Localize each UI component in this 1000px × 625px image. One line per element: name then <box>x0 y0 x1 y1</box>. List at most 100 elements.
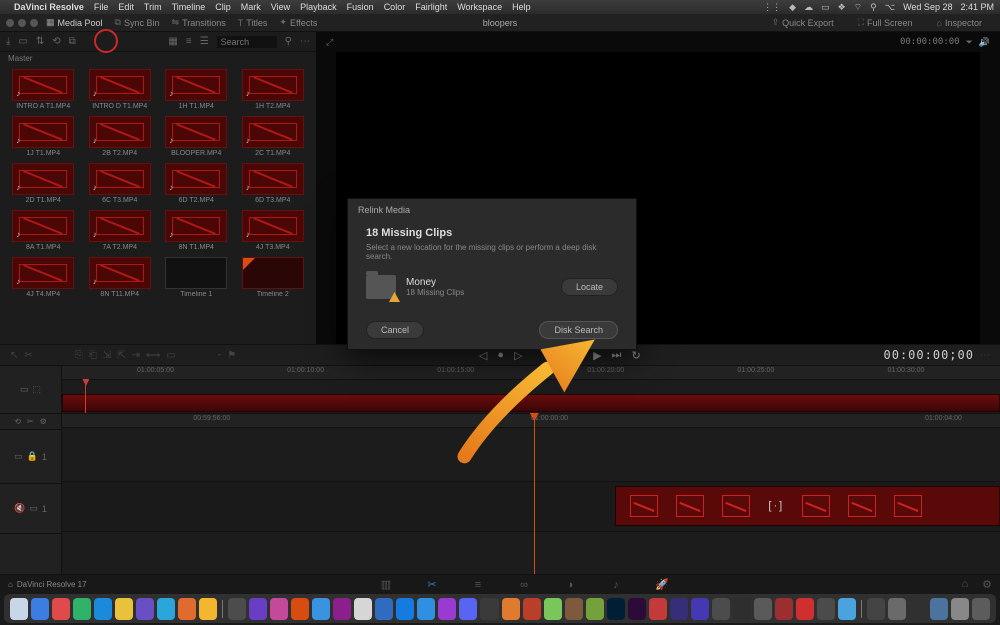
mp-listview-icon[interactable]: ≡ <box>186 36 192 47</box>
mp-sort-icon[interactable]: ⇅ <box>36 36 44 47</box>
dock-app-icon[interactable] <box>544 598 562 620</box>
media-clip[interactable]: ♪6D T3.MP4 <box>238 163 309 204</box>
toolbar-quick-export-button[interactable]: ⇪ Quick Export <box>772 17 834 28</box>
transport-next-button[interactable]: ⏭ <box>612 349 622 362</box>
media-clip[interactable]: ♪1J T1.MP4 <box>8 116 79 157</box>
timeline-ruler-overview[interactable]: 01:00:05:00 01:00:10:00 01:00:15:00 01:0… <box>62 366 1000 380</box>
toolbar-inspector-button[interactable]: ⌂ Inspector <box>937 18 982 28</box>
tool-source-icon[interactable]: ▭ <box>166 350 175 361</box>
project-settings-icon[interactable]: ⚙ <box>982 578 992 591</box>
dock-app-icon[interactable] <box>733 598 751 620</box>
video-track-lock-icon[interactable]: 🔒 <box>27 451 38 462</box>
menu-fusion[interactable]: Fusion <box>347 2 374 12</box>
media-clip[interactable]: ♪1H T1.MP4 <box>161 69 232 110</box>
mp-relink-icon[interactable]: ⧉ <box>69 36 76 47</box>
audio-track-mute-icon[interactable]: 🔇 <box>14 503 25 514</box>
viewer-speaker-icon[interactable]: 🔊 <box>979 37 990 48</box>
dock-app-icon[interactable] <box>951 598 969 620</box>
mp-thumbview-icon[interactable]: ▦ <box>168 36 177 47</box>
transport-prev-button[interactable]: ⏮ <box>557 349 567 362</box>
media-clip[interactable]: ♪2B T2.MP4 <box>85 116 156 157</box>
status-dropbox-icon[interactable]: ◆ <box>789 2 796 13</box>
dock-app-icon[interactable] <box>417 598 435 620</box>
menu-timeline[interactable]: Timeline <box>172 2 206 12</box>
dock-app-icon[interactable] <box>52 598 70 620</box>
timeline-track-v1-lock-icon[interactable]: ⬚ <box>33 384 42 395</box>
dock-app-icon[interactable] <box>291 598 309 620</box>
in-point-marker[interactable] <box>85 380 86 413</box>
dock-app-icon[interactable] <box>375 598 393 620</box>
timeline-timecode[interactable]: 00:00:00;00 <box>884 348 974 362</box>
media-clip[interactable]: ♪1H T2.MP4 <box>238 69 309 110</box>
home-icon[interactable]: ⌂ <box>8 580 13 589</box>
dock-app-icon[interactable] <box>867 598 885 620</box>
transport-play-button[interactable]: ▶ <box>593 349 601 362</box>
page-fairlight-icon[interactable]: ♪ <box>596 578 636 592</box>
mp-bin-icon[interactable]: ▭ <box>18 36 27 47</box>
toolbar-sync-bin-button[interactable]: ⧉ Sync Bin <box>115 17 160 28</box>
dock-app-icon[interactable] <box>972 598 990 620</box>
media-clip[interactable]: ♪8N T11.MP4 <box>85 257 156 298</box>
page-cut-icon[interactable]: ✂ <box>412 578 452 592</box>
dock-app-icon[interactable] <box>649 598 667 620</box>
dock-app-icon[interactable] <box>178 598 196 620</box>
tool-arrow-icon[interactable]: ↖ <box>10 350 18 361</box>
viewer-fit-icon[interactable]: ⤢ <box>326 37 333 48</box>
status-settings-icon[interactable]: ❖ <box>838 2 846 13</box>
media-clip[interactable]: Timeline 2 <box>238 257 309 298</box>
page-fusion-icon[interactable]: ∞ <box>504 578 544 592</box>
menu-fairlight[interactable]: Fairlight <box>415 2 447 12</box>
status-search-icon[interactable]: ⚲ <box>870 2 877 13</box>
transport-sync-icon[interactable]: ● <box>497 349 504 361</box>
cancel-button[interactable]: Cancel <box>366 321 424 339</box>
toolbar-effects-button[interactable]: ✦ Effects <box>279 17 317 28</box>
timeline-ruler-detail[interactable]: 00:59:56:00 01:00:00:00 01:00:04:00 <box>62 414 1000 428</box>
tool-fit-icon[interactable]: ⇱ <box>117 350 125 361</box>
transport-options-icon[interactable]: ⋯ <box>980 350 990 361</box>
transport-loop-button[interactable]: ↻ <box>631 349 640 362</box>
menu-playback[interactable]: Playback <box>300 2 337 12</box>
status-wifi-icon[interactable]: ⋮⋮ <box>763 2 781 13</box>
media-clip[interactable]: Timeline 1 <box>161 257 232 298</box>
dock-app-icon[interactable] <box>333 598 351 620</box>
toolbar-transitions-button[interactable]: ⇋ Transitions <box>172 17 226 28</box>
menubar-time[interactable]: 2:41 PM <box>960 2 994 12</box>
dock-app-icon[interactable] <box>157 598 175 620</box>
tool-marker-icon[interactable]: ⏑ <box>218 350 221 361</box>
tool-ripple-icon[interactable]: ⟷ <box>146 350 160 361</box>
dock-app-icon[interactable] <box>94 598 112 620</box>
media-clip[interactable]: ♪INTRO D T1.MP4 <box>85 69 156 110</box>
media-clip[interactable]: ♪BLOOPER.MP4 <box>161 116 232 157</box>
transport-prev-dot-icon[interactable]: ◁ <box>479 349 487 362</box>
page-edit-icon[interactable]: ≡ <box>458 578 498 592</box>
dock-app-icon[interactable] <box>628 598 646 620</box>
timeline-track-v1-icon[interactable]: ▭ <box>20 384 29 395</box>
dock-app-icon[interactable] <box>480 598 498 620</box>
dock-app-icon[interactable] <box>396 598 414 620</box>
page-deliver-icon[interactable]: 🚀 <box>642 578 682 592</box>
media-clip[interactable]: ♪4J T4.MP4 <box>8 257 79 298</box>
dock-app-icon[interactable] <box>438 598 456 620</box>
mp-filter-icon[interactable]: ⚲ <box>285 36 292 47</box>
media-clip[interactable]: ♪8N T1.MP4 <box>161 210 232 251</box>
dock-app-icon[interactable] <box>775 598 793 620</box>
tool-overwrite-icon[interactable]: ⎗ <box>89 350 97 361</box>
dock-app-icon[interactable] <box>270 598 288 620</box>
dock-app-icon[interactable] <box>354 598 372 620</box>
menu-view[interactable]: View <box>271 2 290 12</box>
dock-app-icon[interactable] <box>565 598 583 620</box>
viewer-dropdown-icon[interactable]: ⏷ <box>966 37 973 48</box>
project-manager-icon[interactable]: ⌂ <box>961 578 968 591</box>
dock-app-icon[interactable] <box>888 598 906 620</box>
disk-search-button[interactable]: Disk Search <box>539 321 618 339</box>
tool-trim-icon[interactable]: ✂ <box>24 350 32 361</box>
dock-app-icon[interactable] <box>136 598 154 620</box>
dock-app-icon[interactable] <box>249 598 267 620</box>
tool-flag-icon[interactable]: ⚑ <box>227 350 236 361</box>
menu-color[interactable]: Color <box>384 2 406 12</box>
audio-track-solo-icon[interactable]: ▭ <box>29 503 38 514</box>
dock-app-icon[interactable] <box>796 598 814 620</box>
audio-clip-offline[interactable]: [·] <box>615 486 1000 526</box>
media-clip[interactable]: ♪6C T3.MP4 <box>85 163 156 204</box>
dock-app-icon[interactable] <box>459 598 477 620</box>
